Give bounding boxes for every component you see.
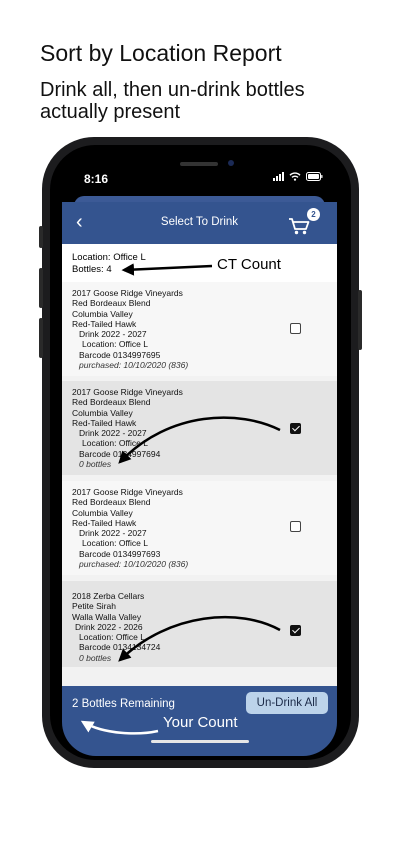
annotation-arrows — [80, 263, 281, 735]
your-count-arrow — [80, 720, 159, 735]
bottle-two-arrow — [118, 416, 281, 464]
bottle-four-arrow — [118, 615, 281, 662]
ct-count-arrow — [121, 263, 213, 276]
